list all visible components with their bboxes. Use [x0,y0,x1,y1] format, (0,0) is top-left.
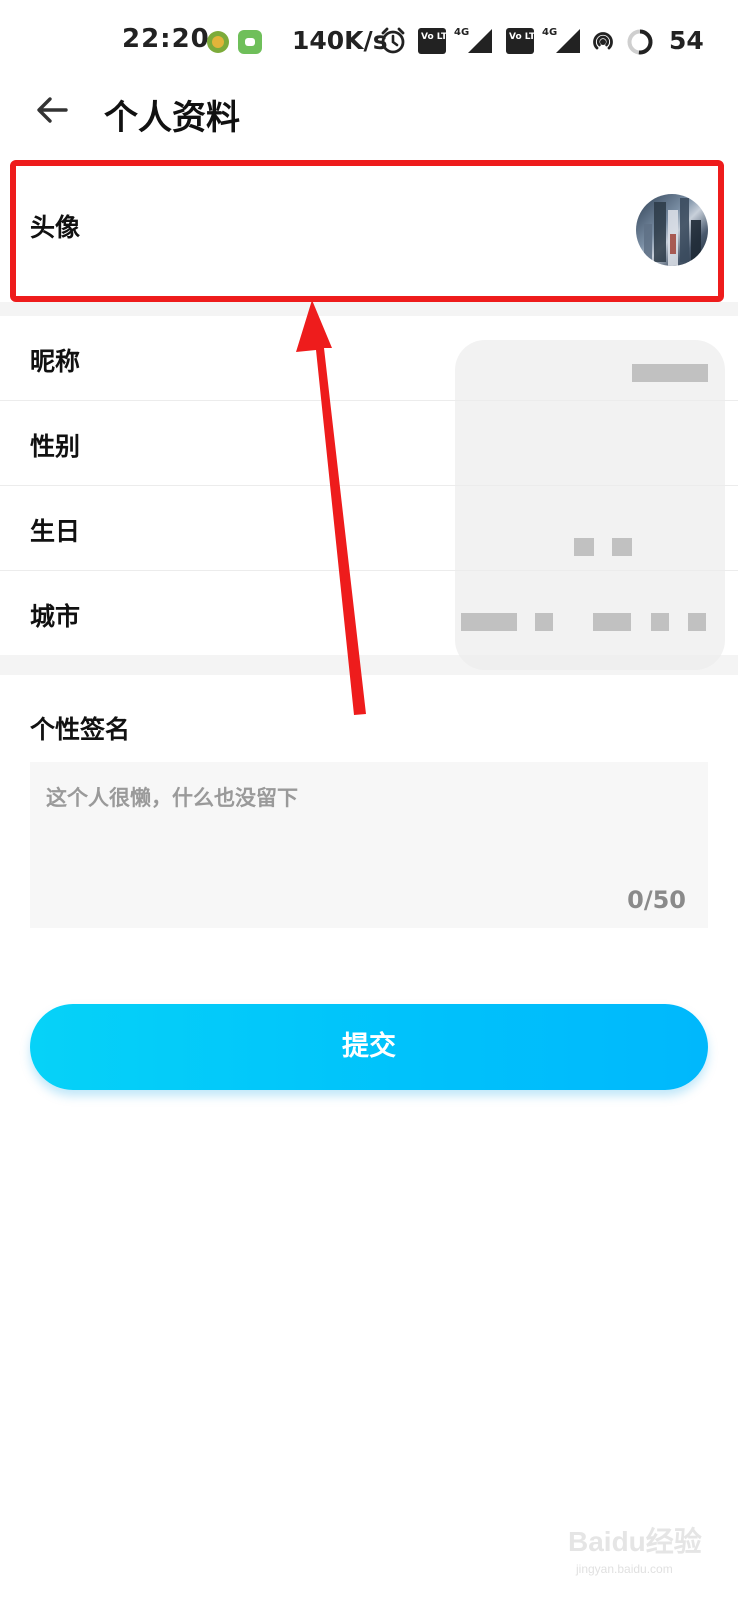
redacted-city-value [688,613,706,631]
network-type-2: 4G [542,27,557,38]
back-arrow-icon[interactable] [30,88,78,136]
redacted-city-value [593,613,631,631]
alarm-icon [380,27,406,59]
battery-level: 54 [669,26,704,55]
avatar-row[interactable]: 头像 [0,160,738,302]
submit-label: 提交 [342,1031,396,1062]
app-notification-icon [207,31,229,53]
status-time: 22:20 [122,24,210,54]
status-bar: 22:20 140K/s Vo LTE 4G Vo LTE 4G [0,0,738,84]
avatar[interactable] [636,194,708,266]
redacted-city-value [535,613,553,631]
signature-textarea[interactable]: 这个人很懒，什么也没留下 0/50 [30,762,708,928]
page-title: 个人资料 [104,98,240,138]
section-gap [0,302,738,316]
signature-title: 个性签名 [30,715,131,744]
volte-text-1: Vo LTE [421,32,446,42]
redacted-birthday-value [612,538,632,556]
volte-text-2: Vo LTE [509,32,534,42]
signal-1-icon: 4G [454,24,494,60]
birthday-label: 生日 [30,517,81,546]
nickname-label: 昵称 [30,347,81,376]
gender-label: 性别 [30,432,81,461]
baidu-watermark: Baidu经验 jingyan.baidu.com [548,1516,728,1586]
volte-icon: Vo LTE [418,28,453,58]
page-header: 个人资料 [0,84,738,156]
volte-icon-2: Vo LTE [506,28,541,58]
redacted-city-value [461,613,517,631]
redacted-birthday-value [574,538,594,556]
submit-button[interactable]: 提交 [30,1004,708,1090]
avatar-label: 头像 [30,213,81,242]
hotspot-icon [590,28,616,58]
signature-char-count: 0/50 [627,886,686,914]
redacted-city-value [651,613,669,631]
city-label: 城市 [30,602,81,631]
network-type-1: 4G [454,27,469,38]
network-speed: 140K/s [292,26,388,55]
redacted-nickname-value [632,364,708,382]
signal-2-icon: 4G [542,24,582,60]
watermark-brand: Baidu经验 [568,1526,702,1557]
battery-ring-icon [626,28,654,60]
signature-placeholder: 这个人很懒，什么也没留下 [46,786,298,810]
watermark-domain: jingyan.baidu.com [576,1562,673,1576]
android-notification-icon [238,30,262,54]
